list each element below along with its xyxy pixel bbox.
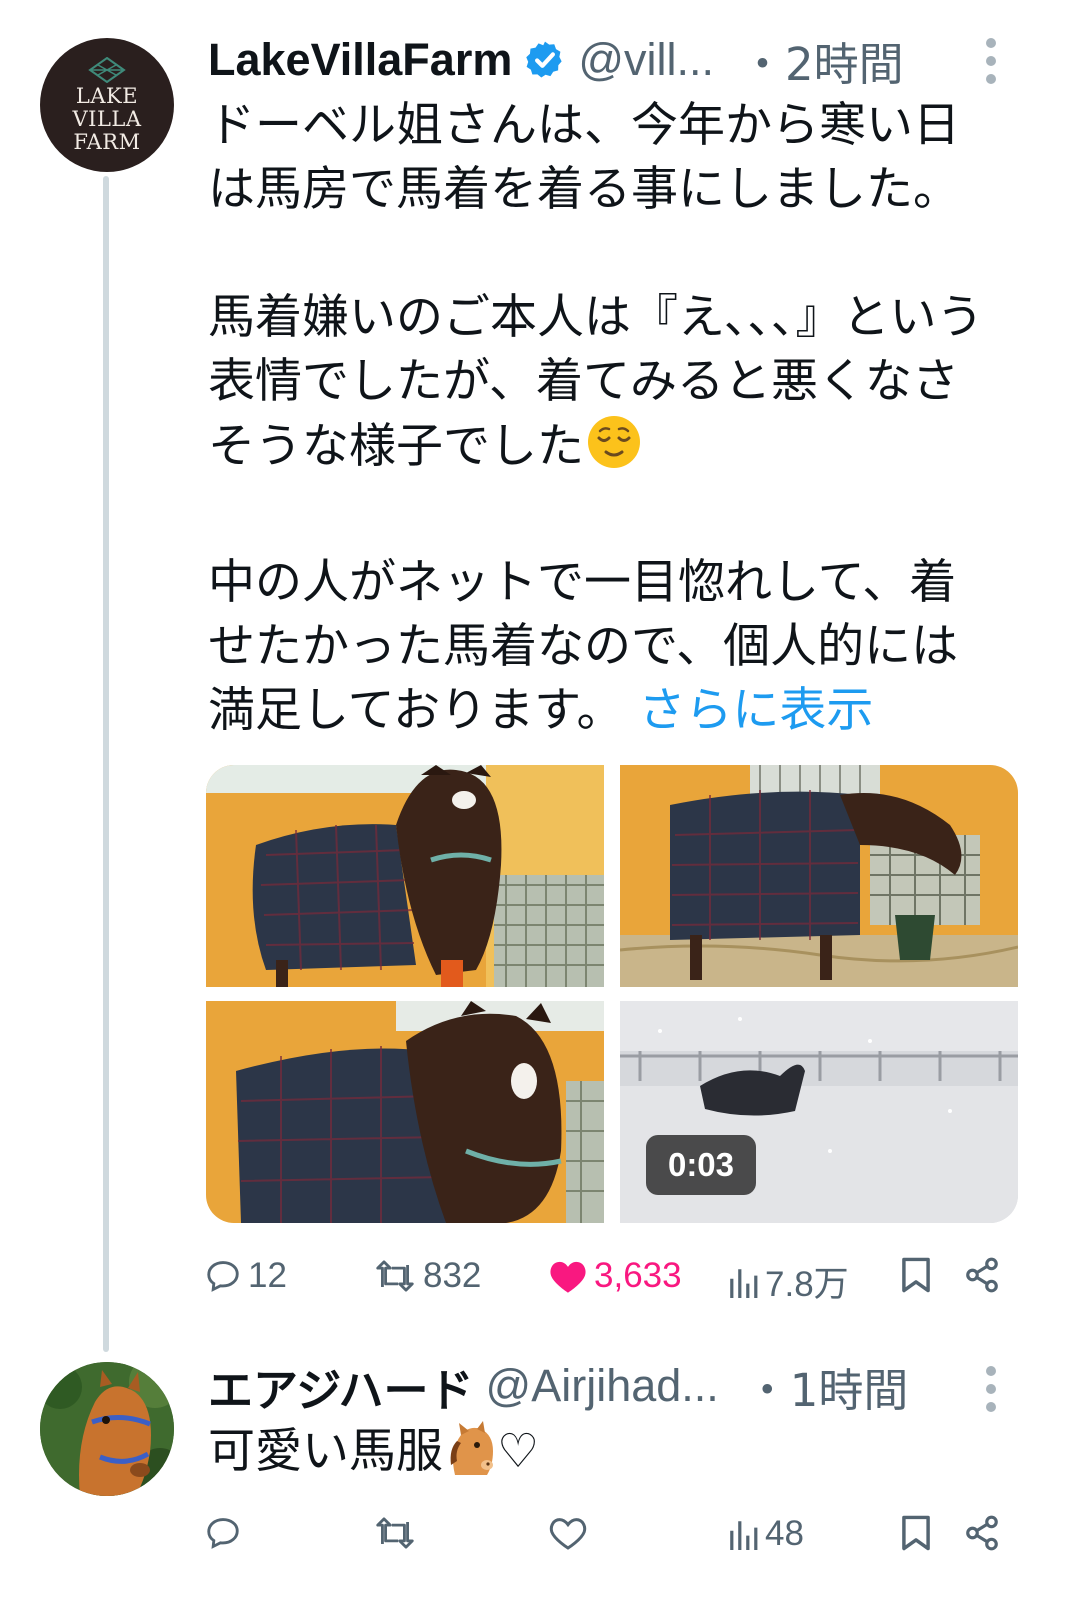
views-count: 48 [765,1514,804,1553]
reply-icon [207,1261,239,1292]
share-icon [966,1515,998,1551]
avatar[interactable] [40,1362,174,1496]
share-icon [966,1257,998,1293]
reply-count: 12 [248,1256,287,1295]
reply-text: 可愛い馬服 ♡ [208,1420,539,1494]
retweet-button[interactable]: 832 [373,1256,481,1296]
logo-text-line: LAKE [75,83,139,108]
share-button[interactable] [962,1256,1008,1294]
reply-text-body: 可愛い馬服 [208,1424,443,1479]
verified-icon [524,39,566,81]
show-more-link[interactable]: さらに表示 [638,683,873,738]
media-grid: 0:03 [206,765,1018,1223]
retweet-icon [376,1517,414,1549]
logo-text-line: FARM [73,129,141,154]
views-button[interactable]: 48 [727,1514,804,1554]
bookmark-button[interactable] [898,1514,940,1552]
bookmark-icon [902,1257,930,1293]
handle[interactable]: @Airjihad... [486,1360,719,1412]
views-icon [730,1521,758,1550]
avatar[interactable]: LAKE VILLA FARM [40,38,174,172]
horse-face-emoji-icon [443,1421,497,1494]
video-duration: 0:03 [646,1135,756,1195]
views-count: 7.8万 [765,1265,849,1304]
share-button[interactable] [962,1514,1008,1552]
like-button[interactable] [548,1514,594,1552]
display-name[interactable]: エアジハード [208,1354,474,1419]
like-icon [550,1261,586,1293]
handle[interactable]: @vill... [578,34,714,86]
retweet-count: 832 [423,1256,482,1295]
logo-text-line: VILLA [72,106,142,131]
relieved-face-emoji-icon [586,414,642,487]
tweet-header: LakeVillaFarm @vill... ・2時間 [208,32,1008,91]
like-count: 3,633 [594,1256,682,1295]
retweet-button[interactable] [373,1514,423,1552]
display-name[interactable]: LakeVillaFarm [208,34,512,86]
more-icon[interactable] [984,38,998,84]
bookmark-button[interactable] [898,1256,940,1294]
reply-header: エアジハード @Airjihad... ・1時間 [208,1358,1008,1417]
more-icon[interactable] [984,1366,998,1412]
reply-button[interactable] [204,1514,248,1552]
media-photo[interactable] [620,765,1018,987]
logo-diamond-icon [88,56,126,83]
retweet-icon [376,1260,414,1292]
thread-line [103,176,109,1352]
like-button[interactable]: 3,633 [548,1256,682,1296]
timestamp[interactable]: ・1時間 [745,1354,909,1419]
views-icon [730,1268,758,1298]
media-video[interactable]: 0:03 [620,1001,1018,1223]
reply-text-tail: ♡ [497,1424,540,1479]
media-photo[interactable] [206,765,604,987]
tweet-text: ドーベル姐さんは、今年から寒い日 は馬房で馬着を着る事にしました。 馬着嫌いのご… [208,94,1008,743]
reply-icon [207,1518,239,1549]
bookmark-icon [902,1515,930,1551]
media-photo[interactable] [206,1001,604,1223]
like-icon [549,1518,587,1550]
reply-button[interactable]: 12 [204,1256,287,1296]
timestamp[interactable]: ・2時間 [740,28,904,93]
views-button[interactable]: 7.8万 [727,1256,849,1307]
